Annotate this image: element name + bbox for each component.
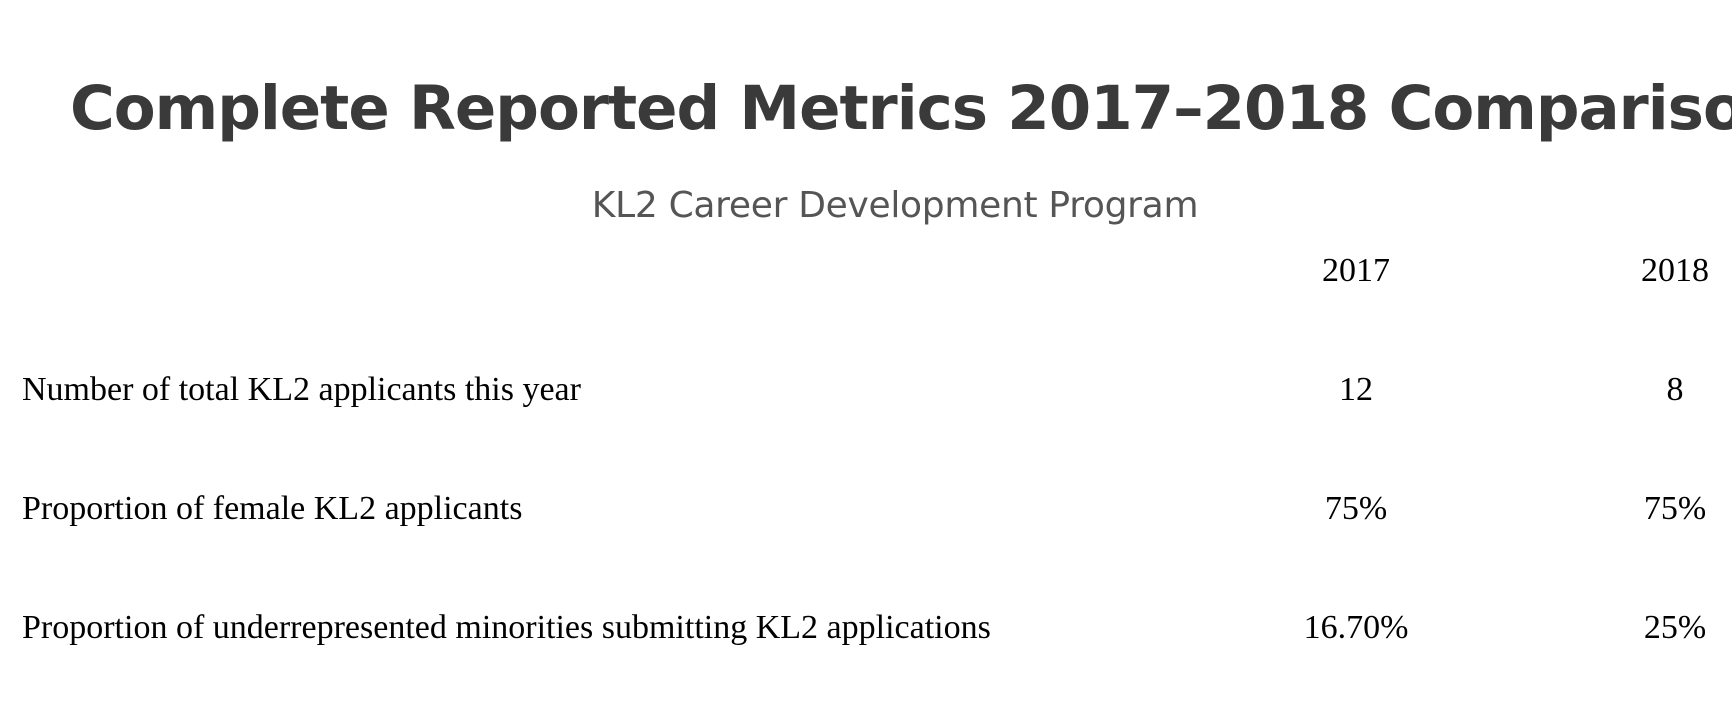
column-header-2017: 2017	[1322, 252, 1390, 289]
cell-urm-applicants-2018: 25%	[1643, 609, 1707, 646]
row-label-total-applicants: Number of total KL2 applicants this year	[22, 371, 581, 408]
cell-total-applicants-2018: 8	[1666, 371, 1684, 408]
cell-female-applicants-2018: 75%	[1643, 490, 1707, 527]
metrics-table: 2017 2018 Number of total KL2 applicants…	[0, 0, 1732, 718]
row-label-female-applicants: Proportion of female KL2 applicants	[22, 490, 523, 527]
cell-urm-applicants-2017: 16.70%	[1303, 609, 1409, 646]
cell-female-applicants-2017: 75%	[1324, 490, 1388, 527]
cell-total-applicants-2017: 12	[1339, 371, 1373, 408]
row-label-urm-applicants: Proportion of underrepresented minoritie…	[22, 609, 991, 646]
column-header-2018: 2018	[1641, 252, 1709, 289]
